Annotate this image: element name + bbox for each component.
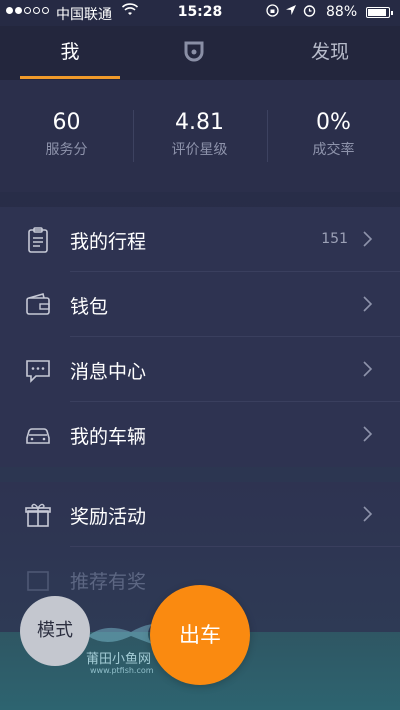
menu-item-label: 奖励活动 xyxy=(70,506,147,528)
trip-count: 151 xyxy=(321,231,348,247)
stat-label: 服务分 xyxy=(45,142,88,158)
menu-item-label: 我的车辆 xyxy=(70,426,147,448)
stat-value: 60 xyxy=(52,110,81,135)
alarm-icon xyxy=(303,4,316,20)
menu-group-main: 我的行程 151 钱包 消息中心 我的车辆 xyxy=(0,207,400,467)
fish-logo-icon xyxy=(88,624,152,644)
clipboard-icon xyxy=(24,226,52,254)
stat-rating: 4.81 评价星级 xyxy=(133,110,266,159)
watermark-url: www.ptfish.com xyxy=(90,666,154,675)
tab-me[interactable]: 我 xyxy=(20,26,120,80)
didi-logo-icon xyxy=(182,40,206,64)
stat-value: 0% xyxy=(316,110,351,135)
message-icon xyxy=(24,356,52,384)
watermark-text: 莆田小鱼网 xyxy=(86,652,152,667)
stat-value: 4.81 xyxy=(175,110,224,135)
location-arrow-icon xyxy=(285,4,297,20)
stat-service-score: 60 服务分 xyxy=(0,110,133,159)
status-bar: 中国联通 15:28 88% xyxy=(0,0,400,26)
rotation-lock-icon xyxy=(266,4,279,20)
chevron-right-icon xyxy=(362,504,374,524)
start-driving-button[interactable]: 出车 xyxy=(150,585,250,685)
menu-item-label: 我的行程 xyxy=(70,231,147,253)
menu-item-messages[interactable]: 消息中心 xyxy=(0,337,400,402)
chevron-right-icon xyxy=(362,294,374,314)
battery-percentage: 88% xyxy=(326,4,358,20)
chevron-right-icon xyxy=(362,424,374,444)
menu-item-label: 钱包 xyxy=(70,296,109,318)
menu-item-rewards[interactable]: 奖励活动 xyxy=(0,482,400,547)
chevron-right-icon xyxy=(362,359,374,379)
mode-button[interactable]: 模式 xyxy=(20,596,90,666)
menu-item-wallet[interactable]: 钱包 xyxy=(0,272,400,337)
wallet-icon xyxy=(24,291,52,319)
menu-item-trips[interactable]: 我的行程 151 xyxy=(0,207,400,272)
driver-stats-panel: 60 服务分 4.81 评价星级 0% 成交率 xyxy=(0,80,400,192)
stat-label: 评价星级 xyxy=(171,142,228,158)
referral-icon xyxy=(24,566,52,594)
menu-item-vehicle[interactable]: 我的车辆 xyxy=(0,402,400,467)
tab-discover[interactable]: 发现 xyxy=(280,26,380,80)
active-tab-indicator xyxy=(20,76,120,79)
battery-icon xyxy=(366,7,393,18)
chevron-right-icon xyxy=(362,229,374,249)
gift-icon xyxy=(24,501,52,529)
stat-deal-rate: 0% 成交率 xyxy=(267,110,400,159)
top-tab-bar: 我 发现 xyxy=(0,26,400,80)
stat-label: 成交率 xyxy=(312,142,355,158)
menu-item-label: 推荐有奖 xyxy=(70,571,147,593)
car-icon xyxy=(24,421,52,449)
menu-item-label: 消息中心 xyxy=(70,361,147,383)
